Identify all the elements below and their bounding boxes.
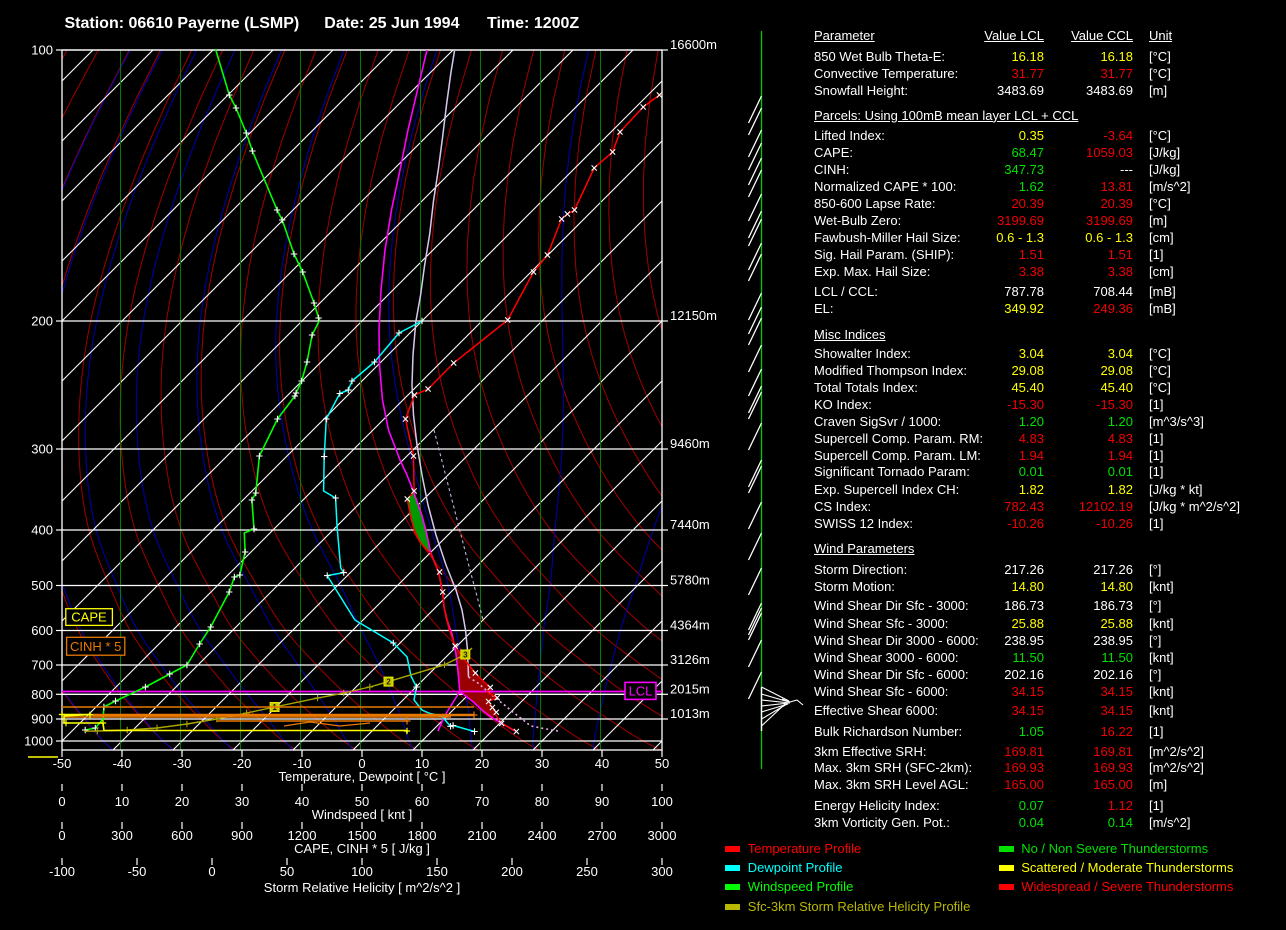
svg-text:0: 0 <box>58 794 65 809</box>
svg-text:Date: 25 Jun 1994: Date: 25 Jun 1994 <box>324 15 459 32</box>
svg-text:4364m: 4364m <box>670 618 710 633</box>
svg-text:50: 50 <box>280 864 294 879</box>
svg-text:2700: 2700 <box>588 828 617 843</box>
svg-text:-100: -100 <box>49 864 75 879</box>
svg-text:50: 50 <box>655 756 669 771</box>
svg-text:2400: 2400 <box>528 828 557 843</box>
svg-text:40: 40 <box>595 756 609 771</box>
svg-text:900: 900 <box>31 712 53 727</box>
svg-text:-40: -40 <box>113 756 132 771</box>
svg-text:1013m: 1013m <box>670 706 710 721</box>
svg-text:7440m: 7440m <box>670 517 710 532</box>
svg-text:600: 600 <box>31 623 53 638</box>
svg-text:3126m: 3126m <box>670 652 710 667</box>
svg-text:16600m: 16600m <box>670 37 717 52</box>
svg-text:20: 20 <box>475 756 489 771</box>
svg-text:3000: 3000 <box>648 828 677 843</box>
svg-text:100: 100 <box>31 43 53 58</box>
svg-text:10: 10 <box>115 794 129 809</box>
svg-text:300: 300 <box>111 828 133 843</box>
svg-text:400: 400 <box>31 523 53 538</box>
svg-text:900: 900 <box>231 828 253 843</box>
svg-text:40: 40 <box>295 794 309 809</box>
svg-text:Time: 1200Z: Time: 1200Z <box>487 15 579 32</box>
svg-text:100: 100 <box>651 794 673 809</box>
svg-text:12150m: 12150m <box>670 308 717 323</box>
svg-text:2: 2 <box>386 678 391 687</box>
svg-text:CAPE, CINH * 5 [ J/kg ]: CAPE, CINH * 5 [ J/kg ] <box>294 841 430 856</box>
svg-text:Storm Relative Helicity [ m^2: Storm Relative Helicity [ m^2/s^2 ] <box>264 880 460 895</box>
svg-text:CINH * 5: CINH * 5 <box>70 639 121 654</box>
svg-text:20: 20 <box>175 794 189 809</box>
svg-text:Station: 06610 Payerne (LSMP): Station: 06610 Payerne (LSMP) <box>65 15 300 32</box>
svg-text:2015m: 2015m <box>670 681 710 696</box>
svg-text:9460m: 9460m <box>670 436 710 451</box>
svg-text:5780m: 5780m <box>670 573 710 588</box>
svg-text:70: 70 <box>475 794 489 809</box>
svg-text:150: 150 <box>426 864 448 879</box>
svg-text:250: 250 <box>576 864 598 879</box>
svg-text:90: 90 <box>595 794 609 809</box>
svg-text:0: 0 <box>208 864 215 879</box>
svg-text:300: 300 <box>31 442 53 457</box>
svg-text:CAPE: CAPE <box>71 610 107 625</box>
svg-text:60: 60 <box>415 794 429 809</box>
svg-text:-50: -50 <box>53 756 72 771</box>
svg-text:3: 3 <box>463 651 468 660</box>
svg-text:-30: -30 <box>173 756 192 771</box>
svg-text:200: 200 <box>501 864 523 879</box>
svg-text:2100: 2100 <box>468 828 497 843</box>
svg-text:700: 700 <box>31 658 53 673</box>
svg-text:-20: -20 <box>233 756 252 771</box>
svg-text:800: 800 <box>31 687 53 702</box>
svg-text:30: 30 <box>535 756 549 771</box>
svg-text:300: 300 <box>651 864 673 879</box>
svg-text:-50: -50 <box>128 864 147 879</box>
svg-text:Temperature, Dewpoint [ °C ]: Temperature, Dewpoint [ °C ] <box>278 769 445 784</box>
svg-text:200: 200 <box>31 314 53 329</box>
svg-text:1000: 1000 <box>24 734 53 749</box>
svg-text:30: 30 <box>235 794 249 809</box>
svg-text:100: 100 <box>351 864 373 879</box>
svg-text:500: 500 <box>31 578 53 593</box>
svg-text:LCL: LCL <box>629 683 653 698</box>
svg-text:600: 600 <box>171 828 193 843</box>
svg-text:Windspeed [ knt ]: Windspeed [ knt ] <box>312 807 412 822</box>
svg-text:80: 80 <box>535 794 549 809</box>
svg-text:0: 0 <box>58 828 65 843</box>
